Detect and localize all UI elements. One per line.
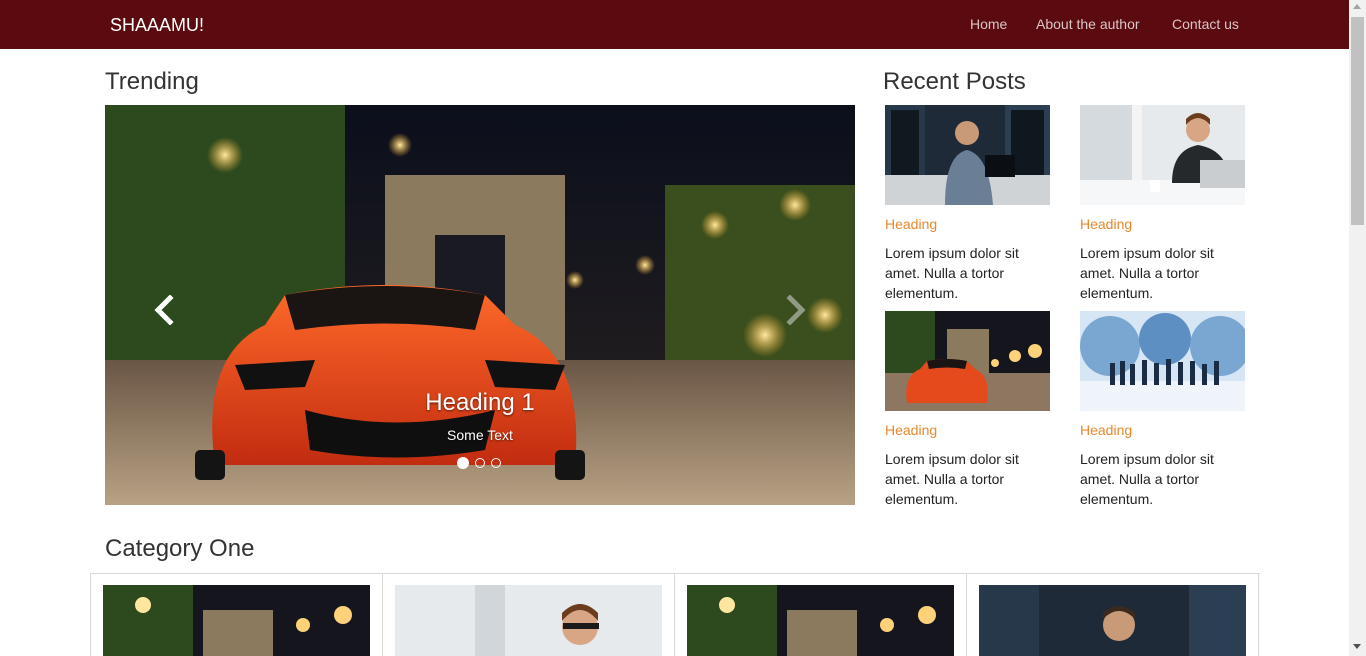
nav-contact-link[interactable]: Contact us <box>1172 16 1239 32</box>
carousel-indicator-2[interactable] <box>475 458 485 468</box>
carousel-indicators <box>457 457 505 470</box>
server-room-photo[interactable] <box>979 585 1246 656</box>
carousel-prev-button[interactable] <box>150 294 180 326</box>
car-photo <box>105 105 855 505</box>
recent-post-heading[interactable]: Heading <box>1080 422 1132 438</box>
carousel-next-button[interactable] <box>780 294 810 326</box>
recent-post-text: Lorem ipsum dolor sit amet. Nulla a tort… <box>1080 451 1214 507</box>
category-card <box>966 574 1259 656</box>
scroll-down-icon[interactable] <box>1353 644 1361 649</box>
trending-heading: Trending <box>105 68 199 95</box>
recent-post-heading[interactable]: Heading <box>885 422 937 438</box>
scroll-up-icon[interactable] <box>1353 4 1361 9</box>
nav-home-link[interactable]: Home <box>970 16 1007 32</box>
trending-carousel: Heading 1 Some Text <box>105 105 855 505</box>
globe-business-photo[interactable] <box>1080 311 1245 411</box>
carousel-indicator-1[interactable] <box>457 457 469 469</box>
chevron-left-icon <box>154 294 174 326</box>
recent-post-heading[interactable]: Heading <box>1080 216 1132 232</box>
navbar: SHAAAMU! Home About the author Contact u… <box>0 0 1349 49</box>
carousel-caption-heading: Heading 1 <box>425 389 535 416</box>
brand-logo[interactable]: SHAAAMU! <box>110 15 204 36</box>
category-card <box>90 574 383 656</box>
carousel-caption-text: Some Text <box>447 427 513 443</box>
nav-about-link[interactable]: About the author <box>1036 16 1140 32</box>
car-photo[interactable] <box>885 311 1050 411</box>
car-photo[interactable] <box>687 585 954 656</box>
category-row <box>90 573 1260 656</box>
recent-post-text: Lorem ipsum dolor sit amet. Nulla a tort… <box>885 245 1019 301</box>
man-laptop-photo[interactable] <box>395 585 662 656</box>
category-card <box>674 574 967 656</box>
chevron-right-icon <box>786 294 806 326</box>
carousel-indicator-3[interactable] <box>491 458 501 468</box>
recent-post-text: Lorem ipsum dolor sit amet. Nulla a tort… <box>1080 245 1214 301</box>
page-scrollbar[interactable] <box>1349 0 1366 656</box>
car-photo[interactable] <box>103 585 370 656</box>
category-heading: Category One <box>105 535 255 562</box>
recent-post-heading[interactable]: Heading <box>885 216 937 232</box>
scroll-thumb[interactable] <box>1351 17 1364 225</box>
recent-post-text: Lorem ipsum dolor sit amet. Nulla a tort… <box>885 451 1019 507</box>
server-room-photo[interactable] <box>885 105 1050 205</box>
man-laptop-photo[interactable] <box>1080 105 1245 205</box>
recent-posts-heading: Recent Posts <box>883 68 1026 95</box>
category-card <box>382 574 675 656</box>
